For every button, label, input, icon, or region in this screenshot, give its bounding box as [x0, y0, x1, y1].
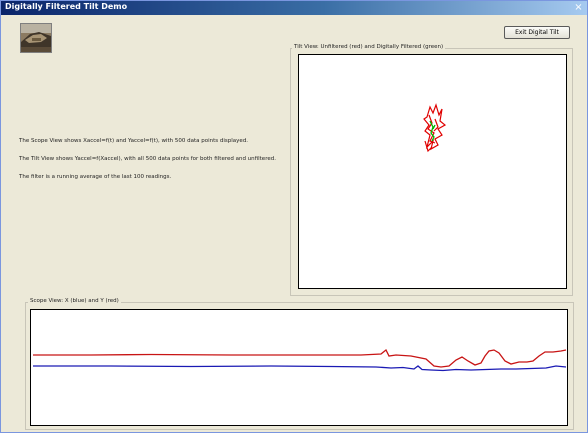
close-icon[interactable]: ×: [573, 2, 584, 13]
title-bar: Digitally Filtered Tilt Demo ×: [1, 1, 587, 15]
scope-view-plot: [30, 309, 568, 426]
exit-digital-tilt-button[interactable]: Exit Digital Tilt: [504, 26, 570, 39]
scope-view-label: Scope View: X (blue) and Y (red): [28, 298, 121, 304]
y-red-trace: [33, 348, 567, 368]
info-text-tilt: The Tilt View shows Yaccel=f(Xaccel), wi…: [19, 156, 276, 162]
info-text-scope: The Scope View shows Xaccel=f(t) and Yac…: [19, 138, 249, 144]
unfiltered-trace: [423, 103, 447, 153]
x-blue-trace: [33, 365, 567, 372]
window-title: Digitally Filtered Tilt Demo: [5, 2, 128, 11]
info-text-filter: The filter is a running average of the l…: [19, 174, 172, 180]
tilt-view-plot: [298, 54, 567, 289]
app-window: Digitally Filtered Tilt Demo × Exit Digi…: [0, 0, 588, 433]
app-photo-icon: [20, 23, 52, 53]
tilt-view-label: Tilt View: Unfiltered (red) and Digitall…: [292, 44, 446, 50]
